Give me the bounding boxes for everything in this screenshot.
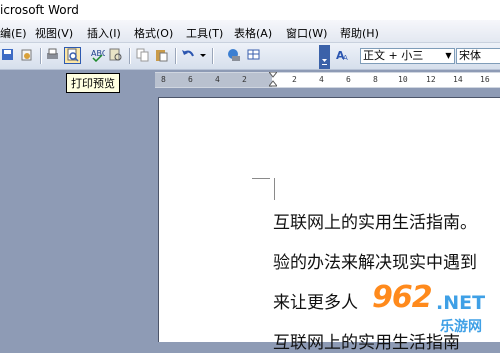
ruler-tick: 8	[161, 75, 166, 84]
hyperlink-icon[interactable]	[226, 47, 243, 64]
style-combo[interactable]: 正文 + 小三 ▼	[360, 48, 455, 64]
standard-toolbar: ABC AA 正文 + 小三 ▼ 宋体	[0, 43, 500, 70]
tooltip: 打印预览	[66, 73, 120, 93]
menu-format[interactable]: 格式(O)	[134, 25, 173, 41]
window-title: icrosoft Word	[0, 3, 79, 17]
menu-view[interactable]: 视图(V)	[35, 25, 73, 41]
permission-icon[interactable]	[19, 47, 36, 64]
undo-icon[interactable]	[180, 47, 197, 64]
margin-corner-mark	[270, 178, 275, 200]
menu-edit[interactable]: 编(E)	[0, 25, 27, 41]
ruler-tick: 6	[188, 75, 193, 84]
font-combo-value: 宋体	[459, 49, 481, 62]
horizontal-ruler: 8 6 4 2 2 4 6 8 10 12 14 16	[155, 71, 500, 88]
font-combo[interactable]: 宋体	[456, 48, 500, 64]
indent-marker[interactable]	[267, 71, 279, 87]
document-line[interactable]: 互联网上的实用生活指南。	[273, 208, 477, 233]
menu-insert[interactable]: 插入(I)	[87, 25, 121, 41]
document-line[interactable]: 来让更多人	[273, 288, 358, 313]
ruler-tick: 10	[398, 75, 408, 84]
ruler-tick: 6	[346, 75, 351, 84]
print-icon[interactable]	[45, 47, 62, 64]
watermark-logo: 962 .NET 乐游网	[362, 272, 500, 341]
chevron-down-icon[interactable]: ▼	[443, 49, 454, 63]
undo-dropdown-icon[interactable]	[198, 47, 208, 64]
title-bar: icrosoft Word	[0, 0, 500, 20]
svg-text:A: A	[343, 54, 348, 62]
watermark-logo-suffix: .NET	[436, 292, 486, 314]
style-combo-value: 正文 + 小三	[363, 49, 424, 62]
vertical-ruler-area	[0, 87, 155, 341]
ruler-tick: 2	[292, 75, 297, 84]
toolbar-separator	[175, 48, 177, 64]
ruler-tick: 4	[319, 75, 324, 84]
ruler-tick: 12	[426, 75, 436, 84]
toolbar-separator	[129, 48, 131, 64]
menu-bar: 编(E) 视图(V) 插入(I) 格式(O) 工具(T) 表格(A) 窗口(W)…	[0, 20, 500, 43]
menu-table[interactable]: 表格(A)	[234, 25, 272, 41]
svg-text:ABC: ABC	[91, 49, 105, 58]
ruler-margin	[155, 73, 272, 87]
research-icon[interactable]	[108, 47, 125, 64]
toolbar-separator	[212, 48, 214, 64]
toolbar-separator	[40, 48, 42, 64]
ruler-tick: 16	[480, 75, 490, 84]
watermark-logo-name: 乐游网	[440, 319, 482, 335]
watermark-logo-number: 962	[372, 280, 433, 315]
ruler-tick: 2	[242, 75, 247, 84]
ruler-tick: 8	[373, 75, 378, 84]
margin-corner-mark	[252, 178, 270, 179]
copy-icon[interactable]	[135, 47, 152, 64]
styles-icon[interactable]: AA	[335, 47, 352, 64]
spelling-icon[interactable]: ABC	[90, 47, 107, 64]
toolbar-options-button[interactable]	[319, 45, 330, 69]
paste-icon[interactable]	[154, 47, 171, 64]
ruler-tick: 14	[453, 75, 463, 84]
print-preview-icon[interactable]	[64, 47, 81, 64]
ruler-tick: 4	[215, 75, 220, 84]
save-icon[interactable]	[0, 47, 17, 64]
menu-tools[interactable]: 工具(T)	[186, 25, 223, 41]
table-icon[interactable]	[246, 47, 263, 64]
document-line[interactable]: 验的办法来解决现实中遇到	[273, 248, 477, 273]
menu-window[interactable]: 窗口(W)	[286, 25, 327, 41]
menu-help[interactable]: 帮助(H)	[340, 25, 379, 41]
